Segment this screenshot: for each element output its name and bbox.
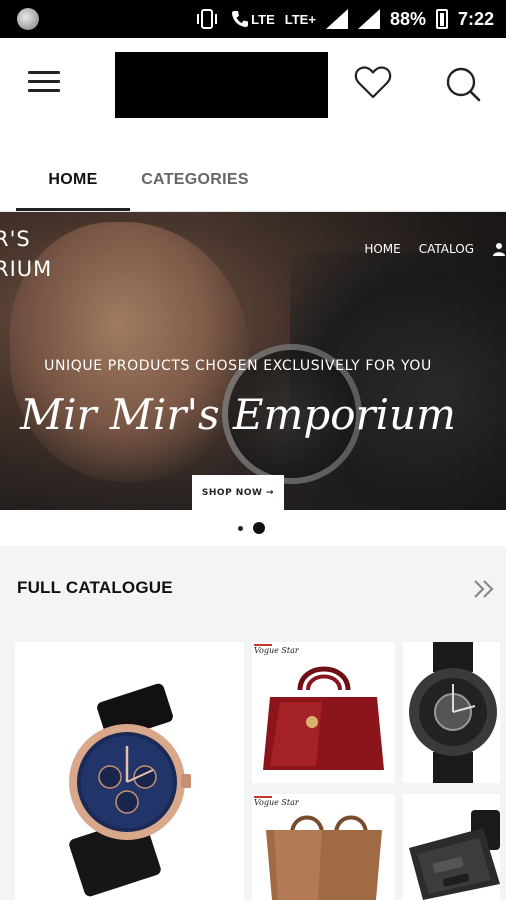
banner-tagline: UNIQUE PRODUCTS CHOSEN EXCLUSIVELY FOR Y…	[44, 358, 432, 374]
section-title: FULL CATALOGUE	[17, 578, 173, 597]
carousel-dot-2-active[interactable]	[253, 522, 265, 534]
lte-plus-label: LTE+	[284, 11, 316, 27]
product-card-red-handbag[interactable]: Vogue Star	[252, 642, 395, 783]
heart-icon[interactable]	[354, 64, 392, 100]
red-handbag-image	[263, 666, 384, 770]
banner-title: Mir Mir's Emporium	[20, 390, 456, 439]
brown-tote-image	[266, 815, 382, 900]
status-icons: LTE LTE+ 88% 7:22	[194, 0, 494, 38]
signal-icon-2	[357, 9, 380, 29]
vibrate-icon	[197, 9, 218, 29]
tab-categories[interactable]: CATEGORIES	[130, 150, 260, 210]
full-catalogue-section: FULL CATALOGUE Vogue Star Vogue Star	[0, 546, 506, 900]
banner-nav-catalog[interactable]: CATALOG	[419, 242, 474, 256]
wristwatch-image	[69, 683, 191, 897]
battery-percent: 88%	[389, 8, 426, 29]
brand-tag: Vogue Star	[254, 644, 299, 655]
shop-now-button[interactable]: SHOP NOW →	[192, 475, 284, 510]
product-card-watch[interactable]	[15, 642, 244, 900]
moon-icon	[17, 8, 39, 30]
status-bar: LTE LTE+ 88% 7:22	[0, 0, 506, 38]
product-card-brown-tote[interactable]: Vogue Star	[252, 794, 395, 900]
product-card-organizer-case[interactable]	[403, 794, 500, 900]
double-chevron-right-icon[interactable]	[472, 578, 496, 600]
banner-brand-text: R'S RIUM	[0, 227, 53, 281]
lte-label: LTE	[251, 11, 275, 27]
brand-tag-2: Vogue Star	[254, 796, 299, 807]
store-logo[interactable]	[115, 52, 328, 118]
call-lte-indicator: LTE	[230, 9, 275, 29]
tab-home[interactable]: HOME	[16, 150, 130, 210]
clock: 7:22	[457, 8, 494, 29]
banner-nav: HOME CATALOG	[364, 242, 506, 256]
phone-icon	[232, 11, 249, 27]
search-icon[interactable]	[445, 66, 481, 102]
tab-indicator	[16, 208, 130, 211]
hamburger-icon[interactable]	[28, 71, 60, 95]
signal-icon	[325, 9, 348, 29]
sport-watch-image	[409, 642, 497, 783]
carousel-indicator	[0, 520, 506, 538]
tab-bar: HOME CATEGORIES	[0, 150, 506, 212]
banner-nav-home[interactable]: HOME	[364, 242, 400, 256]
app-bar	[0, 38, 506, 128]
product-card-sport-watch[interactable]	[403, 642, 500, 783]
hero-banner[interactable]: R'S RIUM HOME CATALOG UNIQUE PRODUCTS CH…	[0, 212, 506, 510]
battery-icon	[435, 9, 448, 29]
user-icon[interactable]	[492, 242, 506, 256]
organizer-case-image	[409, 810, 500, 900]
carousel-dot-1[interactable]	[238, 526, 243, 531]
